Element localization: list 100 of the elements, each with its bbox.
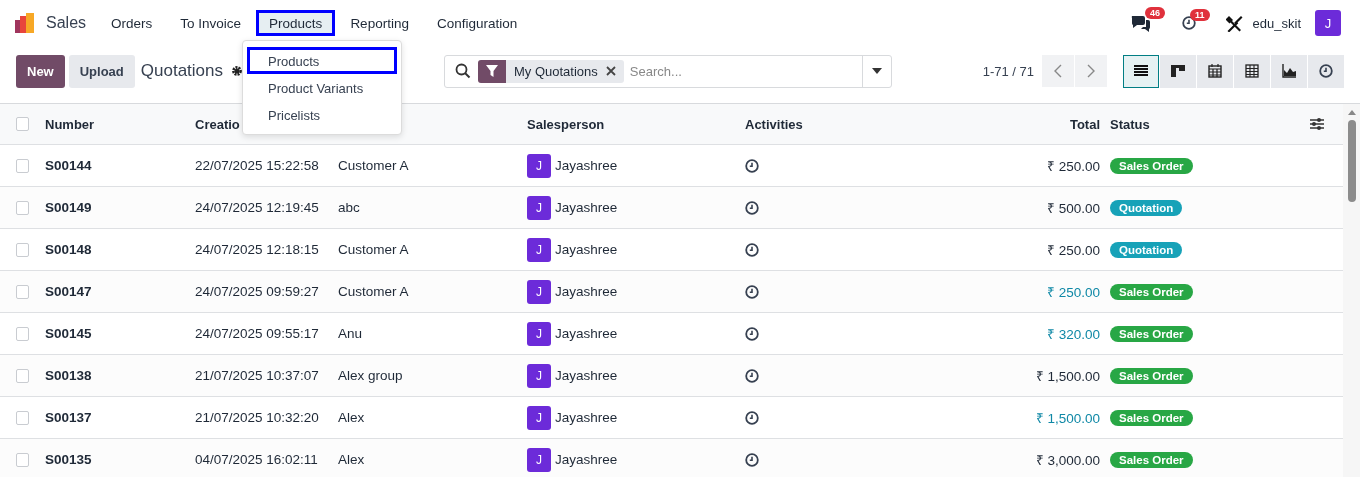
status-tag: Sales Order — [1110, 409, 1193, 426]
clock-icon[interactable] — [745, 158, 759, 173]
menu-item[interactable]: Configuration — [423, 10, 531, 36]
upload-button[interactable]: Upload — [68, 54, 135, 88]
list-icon — [1134, 64, 1148, 78]
column-header[interactable]: Activities — [745, 116, 803, 132]
status-tag: Quotation — [1110, 241, 1183, 258]
column-header[interactable]: Number — [45, 116, 95, 132]
list-view-button[interactable] — [1123, 54, 1159, 88]
column-header[interactable]: Total — [1069, 116, 1100, 132]
creation-date: 21/07/2025 10:37:07 — [195, 368, 319, 383]
page-title: Quotations — [140, 61, 224, 81]
creation-date: 22/07/2025 15:22:58 — [195, 158, 319, 173]
salesperson-name: Jayashree — [555, 326, 618, 341]
tools-icon[interactable] — [1225, 14, 1244, 32]
clock-icon[interactable] — [745, 200, 759, 215]
creation-date: 24/07/2025 09:55:17 — [195, 326, 319, 341]
customer-name: Alex — [338, 410, 365, 425]
search-bar[interactable]: My Quotations Search... — [444, 54, 892, 88]
row-checkbox[interactable] — [16, 452, 29, 467]
caret-icon[interactable] — [872, 68, 882, 74]
row-checkbox[interactable] — [16, 284, 29, 299]
column-header[interactable]: Salesperson — [527, 116, 605, 132]
customer-name: Anu — [338, 326, 363, 341]
clock-icon — [1319, 64, 1333, 78]
customer-name: Customer A — [338, 242, 409, 257]
salesperson-name: Jayashree — [555, 368, 618, 383]
menu-item[interactable]: Orders — [98, 10, 166, 36]
close-icon[interactable] — [605, 66, 616, 76]
order-number: S00149 — [45, 200, 92, 215]
order-number: S00144 — [45, 158, 92, 173]
kanban-view-button[interactable] — [1160, 54, 1196, 88]
clock-icon[interactable] — [745, 242, 759, 257]
gear-icon[interactable] — [231, 65, 244, 77]
user-avatar: J — [527, 363, 551, 388]
select-all-checkbox[interactable] — [16, 117, 29, 131]
graph-view-button[interactable] — [1271, 54, 1307, 88]
activity-count-badge: 11 — [1190, 9, 1210, 21]
column-settings-icon[interactable] — [1309, 117, 1325, 131]
column-header[interactable]: Creatio — [195, 116, 240, 132]
clock-icon[interactable] — [745, 326, 759, 341]
user-avatar[interactable]: J — [1315, 10, 1341, 36]
clock-icon[interactable] — [745, 410, 759, 425]
chevron-right-icon — [1087, 64, 1095, 78]
calendar-view-button[interactable] — [1197, 54, 1233, 88]
order-total: ₹ 250.00 — [1046, 157, 1100, 175]
order-total: ₹ 500.00 — [1046, 199, 1100, 217]
message-count-badge: 46 — [1145, 7, 1166, 19]
order-total: ₹ 320.00 — [1046, 325, 1100, 343]
status-tag: Sales Order — [1110, 451, 1193, 468]
creation-date: 24/07/2025 12:19:45 — [195, 200, 319, 215]
customer-name: Customer A — [338, 284, 409, 299]
row-checkbox[interactable] — [16, 368, 29, 383]
status-tag: Quotation — [1110, 199, 1183, 216]
clock-icon[interactable] — [745, 452, 759, 467]
dropdown-item[interactable]: Pricelists — [247, 101, 397, 128]
filter-facet[interactable]: My Quotations — [478, 59, 624, 83]
order-total: ₹ 1,500.00 — [1035, 409, 1100, 427]
status-tag: Sales Order — [1110, 157, 1193, 174]
row-checkbox[interactable] — [16, 326, 29, 341]
creation-date: 21/07/2025 10:32:20 — [195, 410, 319, 425]
filter-icon — [486, 65, 498, 77]
activity-view-button[interactable] — [1308, 54, 1344, 88]
dropdown-item[interactable]: Product Variants — [247, 74, 397, 101]
order-number: S00135 — [45, 452, 92, 467]
clock-icon[interactable] — [745, 368, 759, 383]
column-header[interactable]: Status — [1110, 116, 1150, 132]
salesperson-name: Jayashree — [555, 242, 618, 257]
pager-value: 1-71 / 71 — [982, 63, 1034, 79]
search-icon[interactable] — [455, 63, 471, 79]
row-checkbox[interactable] — [16, 200, 29, 215]
user-avatar: J — [527, 279, 551, 304]
menu-item[interactable]: To Invoice — [167, 10, 255, 36]
clock-icon[interactable] — [745, 284, 759, 299]
row-checkbox[interactable] — [16, 242, 29, 257]
menu-item[interactable]: Products — [256, 10, 336, 36]
order-total: ₹ 3,000.00 — [1035, 451, 1100, 469]
order-number: S00138 — [45, 368, 92, 383]
order-total: ₹ 250.00 — [1046, 283, 1100, 301]
order-number: S00137 — [45, 410, 92, 425]
menu-item[interactable]: Reporting — [337, 10, 422, 36]
customer-name: Customer A — [338, 158, 409, 173]
pivot-view-button[interactable] — [1234, 54, 1270, 88]
area-chart-icon — [1282, 64, 1296, 78]
dropdown-item[interactable]: Products — [247, 47, 397, 74]
new-button[interactable]: New — [16, 54, 65, 88]
status-tag: Sales Order — [1110, 283, 1193, 300]
salesperson-name: Jayashree — [555, 200, 618, 215]
row-checkbox[interactable] — [16, 158, 29, 173]
row-checkbox[interactable] — [16, 410, 29, 425]
salesperson-name: Jayashree — [555, 452, 618, 467]
user-name[interactable]: edu_skit — [1252, 15, 1301, 31]
app-name[interactable]: Sales — [46, 14, 87, 32]
customer-name: Alex group — [338, 368, 403, 383]
creation-date: 24/07/2025 12:18:15 — [195, 242, 319, 257]
scrollbar[interactable] — [1343, 104, 1360, 477]
filter-label: My Quotations — [514, 63, 598, 79]
table-icon — [1245, 64, 1259, 78]
app-logo-icon — [14, 12, 36, 34]
user-avatar: J — [527, 321, 551, 346]
